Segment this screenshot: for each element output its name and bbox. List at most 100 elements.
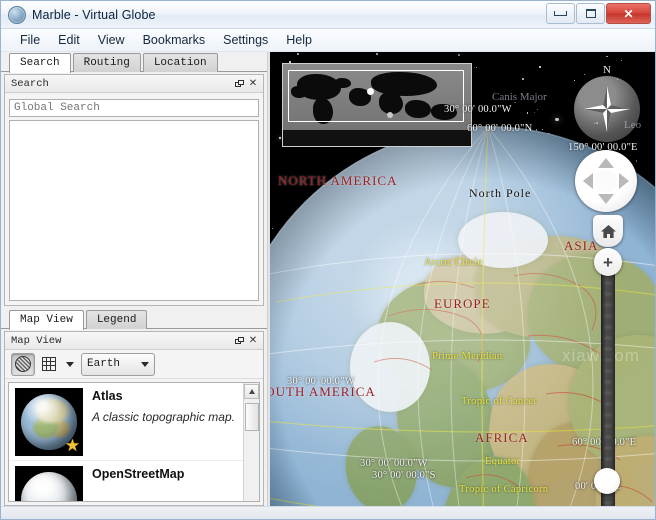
menu-help[interactable]: Help <box>277 31 321 49</box>
map-theme-thumbnail: ★ <box>15 388 83 456</box>
continent-label: AFRICA <box>475 430 529 445</box>
pan-left-icon[interactable] <box>583 173 593 189</box>
zoom-tick <box>604 314 612 318</box>
zoom-tick <box>604 446 612 450</box>
menu-view[interactable]: View <box>89 31 134 49</box>
zoom-slider-handle[interactable] <box>594 468 620 494</box>
mapview-dock-title: Map View <box>11 334 62 347</box>
latitude-circle-label: Tropic of Capricorn <box>459 484 549 495</box>
compass-rose-control[interactable]: N <box>574 64 640 142</box>
star <box>574 80 575 82</box>
star <box>606 55 608 58</box>
zoom-slider-control[interactable]: + − <box>594 248 622 506</box>
zoom-tick <box>604 457 612 461</box>
pan-up-icon[interactable] <box>598 158 614 168</box>
search-input-wrap <box>5 93 263 120</box>
zoom-tick <box>604 402 612 406</box>
overview-viewport-box <box>288 70 464 122</box>
star <box>536 109 538 110</box>
scroll-up-button[interactable] <box>244 384 259 399</box>
menu-bookmarks[interactable]: Bookmarks <box>134 31 215 49</box>
celestial-body-value: Earth <box>87 358 121 370</box>
menu-settings[interactable]: Settings <box>214 31 277 49</box>
zoom-in-button[interactable]: + <box>594 248 622 276</box>
menu-file[interactable]: File <box>11 31 49 49</box>
list-item[interactable]: ★ Atlas A classic topographic map. <box>9 383 243 461</box>
tab-legend[interactable]: Legend <box>85 310 148 329</box>
float-window-icon <box>234 79 244 88</box>
overview-position-marker <box>367 88 374 95</box>
map-theme-description: A classic topographic map. <box>92 410 235 424</box>
star <box>533 112 535 114</box>
zoom-tick <box>604 303 612 307</box>
globe-view[interactable]: Canis MajorLeoCruxMuscaHydrusAuriga <box>270 52 655 506</box>
zoom-tick <box>604 435 612 439</box>
marble-app-icon <box>8 5 26 24</box>
title-bar: Marble - Virtual Globe ✕ <box>1 1 655 29</box>
scrollbar-thumb[interactable] <box>244 403 259 431</box>
overview-secondary-marker <box>387 112 393 118</box>
pan-center-hub[interactable] <box>595 170 617 192</box>
window-title: Marble - Virtual Globe <box>32 7 156 22</box>
minimize-button[interactable] <box>546 3 575 24</box>
zoom-tick <box>604 347 612 351</box>
continent-label: EUROPE <box>434 296 491 311</box>
coordinate-label: 30° 00' 00.0"W <box>287 376 355 387</box>
latitude-circle-label: Prime Meridian <box>432 351 503 362</box>
tab-map-view[interactable]: Map View <box>9 310 84 330</box>
projection-flat-button[interactable] <box>39 354 59 375</box>
maximize-icon <box>585 9 596 18</box>
osm-globe-preview <box>21 472 77 501</box>
zoom-tick <box>604 391 612 395</box>
chevron-down-icon <box>141 361 149 367</box>
bottom-tab-strip: Map View Legend <box>1 309 267 330</box>
search-dock-float-button[interactable] <box>232 77 246 90</box>
pan-down-icon[interactable] <box>598 194 614 204</box>
celestial-body-combo[interactable]: Earth <box>81 352 155 376</box>
direction-pad-control[interactable] <box>575 150 637 212</box>
home-button[interactable] <box>593 215 623 247</box>
pan-right-icon[interactable] <box>619 173 629 189</box>
top-tab-strip: Search Routing Location <box>1 52 267 73</box>
maximize-button[interactable] <box>576 3 605 24</box>
map-theme-text: Atlas A classic topographic map. <box>92 388 237 456</box>
mapview-dock-float-button[interactable] <box>232 334 246 347</box>
close-button[interactable]: ✕ <box>606 3 651 24</box>
map-theme-thumbnail <box>15 466 83 501</box>
map-theme-name: OpenStreetMap <box>92 467 185 481</box>
chevron-down-icon <box>66 361 74 367</box>
zoom-tick <box>604 358 612 362</box>
coordinate-label: 30° 00' 00.0"W <box>360 458 428 469</box>
search-dock-close-button[interactable]: ✕ <box>246 77 260 90</box>
menu-edit[interactable]: Edit <box>49 31 89 49</box>
map-theme-list[interactable]: ★ Atlas A classic topographic map. OpenS… <box>8 382 260 502</box>
search-dock-titlebar: Search ✕ <box>5 75 263 93</box>
float-window-icon <box>234 336 244 345</box>
search-dock: Search ✕ <box>4 74 264 306</box>
place-label: North Pole <box>469 186 532 200</box>
projection-globe-button[interactable] <box>11 352 35 376</box>
compass-rose-icon <box>584 86 630 132</box>
star <box>584 73 586 75</box>
search-input[interactable] <box>9 99 259 117</box>
home-icon <box>600 224 616 238</box>
star <box>555 117 560 122</box>
compass-north-label: N <box>603 64 611 76</box>
coordinate-label: 30° 00' 00.0"W <box>444 104 512 115</box>
tab-search[interactable]: Search <box>9 53 71 73</box>
tab-location[interactable]: Location <box>142 53 218 72</box>
mapview-toolbar: Earth <box>5 350 263 379</box>
zoom-tick <box>604 413 612 417</box>
search-results-list[interactable] <box>9 120 259 301</box>
map-list-scrollbar[interactable] <box>243 383 259 501</box>
star <box>296 52 299 55</box>
left-panel: Search Routing Location Search ✕ Ma <box>1 52 267 506</box>
tab-routing[interactable]: Routing <box>72 53 141 72</box>
projection-dropdown-button[interactable] <box>63 354 77 375</box>
zoom-tick <box>604 369 612 373</box>
zoom-tick <box>604 292 612 296</box>
list-item[interactable]: OpenStreetMap <box>9 461 243 501</box>
mapview-dock-close-button[interactable]: ✕ <box>246 334 260 347</box>
overview-antarctica <box>283 130 471 146</box>
star <box>539 65 541 68</box>
